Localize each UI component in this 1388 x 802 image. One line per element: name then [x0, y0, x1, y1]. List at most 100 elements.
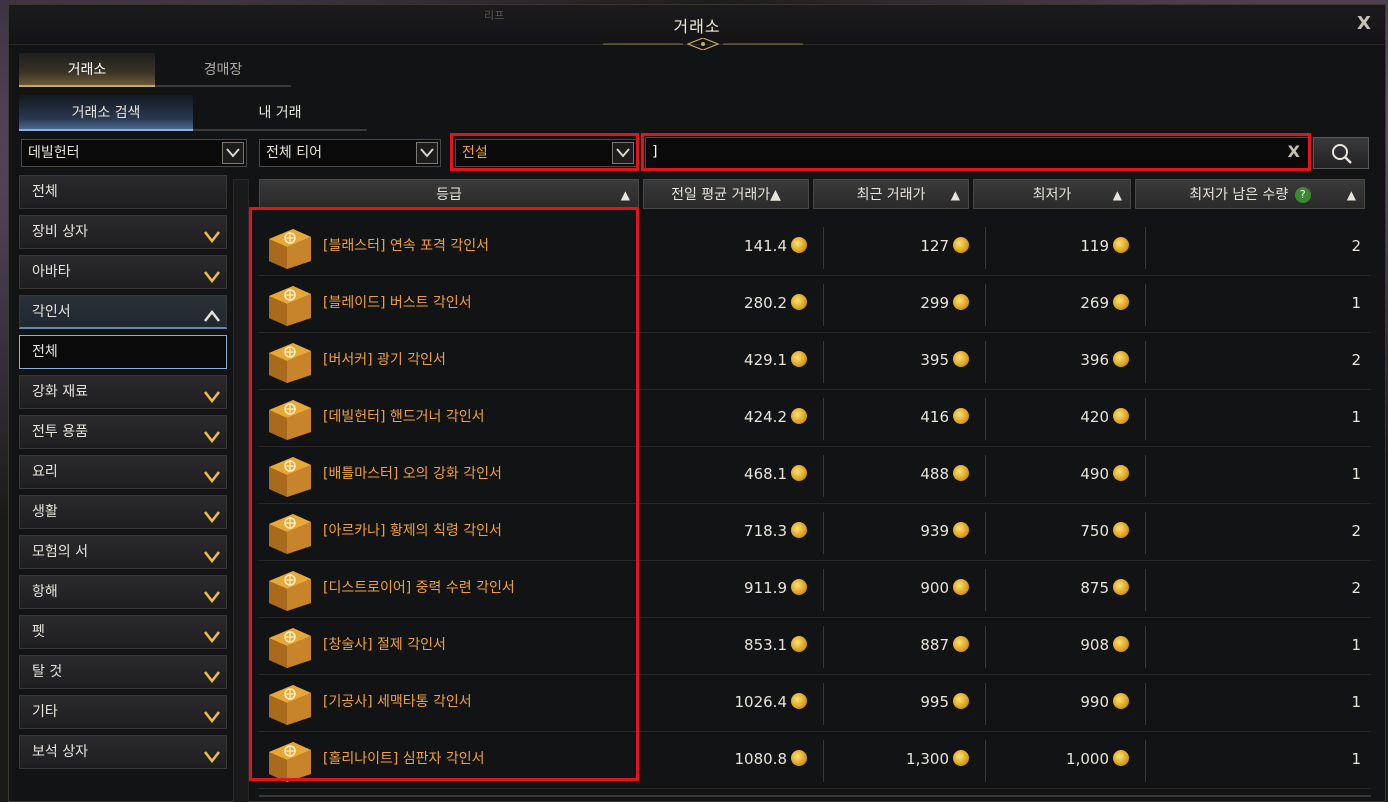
gold-coin-icon [791, 636, 807, 652]
chevron-down-icon [204, 224, 220, 256]
engraving-book-icon [263, 565, 315, 613]
lowest-value: 875 [1080, 579, 1109, 597]
sidebar-item[interactable]: 요리 [19, 455, 227, 489]
header-grade-label: 등급 [436, 187, 462, 203]
lowest-qty: 1 [1351, 465, 1361, 483]
prev-avg-price: 424.2 [744, 408, 807, 426]
column-divider [1145, 569, 1146, 611]
item-name: [배틀마스터] 오의 강화 각인서 [323, 466, 502, 482]
table-row[interactable]: [데빌헌터] 핸드거너 각인서 424.2 416 420 1 [259, 390, 1371, 447]
table-row[interactable]: [배틀마스터] 오의 강화 각인서 468.1 488 490 1 [259, 447, 1371, 504]
lowest-qty: 2 [1351, 522, 1361, 540]
gold-coin-icon [953, 294, 969, 310]
sidebar-item[interactable]: 전체 [19, 175, 227, 209]
prev-avg-value: 1080.8 [734, 750, 788, 768]
table-row[interactable]: [아르카나] 황제의 칙령 각인서 718.3 939 750 2 [259, 504, 1371, 561]
table-row[interactable]: [창술사] 절제 각인서 853.1 887 908 1 [259, 618, 1371, 675]
tab-exchange[interactable]: 거래소 [19, 53, 155, 87]
sort-icon: ▲ [1112, 188, 1122, 202]
tier-select[interactable]: 전체 티어 [259, 139, 441, 167]
column-divider [823, 284, 824, 326]
gold-coin-icon [953, 522, 969, 538]
lowest-price: 750 [1080, 522, 1129, 540]
chevron-down-icon [204, 544, 220, 576]
table-row[interactable]: [버서커] 광기 각인서 429.1 395 396 2 [259, 333, 1371, 390]
sidebar-item[interactable]: 장비 상자 [19, 215, 227, 249]
grade-select[interactable]: 전설 [455, 139, 637, 167]
sidebar-item[interactable]: 항해 [19, 575, 227, 609]
header-lowest-qty[interactable]: 최저가 남은 수량 ? ▲ [1135, 179, 1365, 209]
tab-auction[interactable]: 경매장 [155, 53, 291, 87]
sidebar-item-label: 전체 [32, 184, 58, 200]
gold-coin-icon [1113, 351, 1129, 367]
recent-value: 900 [920, 579, 949, 597]
table-row[interactable]: [디스트로이어] 중력 수련 각인서 911.9 900 875 2 [259, 561, 1371, 618]
tab-my-trades[interactable]: 내 거래 [193, 95, 367, 131]
sidebar-item[interactable]: 아바타 [19, 255, 227, 289]
table-row[interactable]: [블래스터] 연속 포격 각인서 141.4 127 119 2 [259, 219, 1371, 276]
gold-coin-icon [1113, 294, 1129, 310]
prev-avg-value: 853.1 [744, 636, 787, 654]
close-button[interactable]: X [1353, 13, 1375, 35]
sidebar-item-label: 모험의 서 [32, 544, 88, 560]
recent-value: 127 [920, 237, 949, 255]
gold-coin-icon [953, 237, 969, 253]
sidebar-item-label: 생활 [32, 504, 58, 520]
item-name: [디스트로이어] 중력 수련 각인서 [323, 580, 515, 596]
sidebar-item[interactable]: 보석 상자 [19, 735, 227, 769]
prev-avg-price: 429.1 [744, 351, 807, 369]
prev-avg-value: 429.1 [744, 351, 787, 369]
column-divider [823, 683, 824, 725]
search-input[interactable]: ] X [645, 137, 1311, 171]
header-grade[interactable]: 등급 ▲ [259, 179, 639, 209]
class-select[interactable]: 데빌헌터 [21, 139, 247, 167]
recent-price: 900 [920, 579, 969, 597]
header-recent-label: 최근 거래가 [856, 187, 926, 203]
header-recent[interactable]: 최근 거래가 ▲ [813, 179, 969, 209]
table-row[interactable]: [기공사] 세맥타통 각인서 1026.4 995 990 1 [259, 675, 1371, 732]
lowest-qty: 2 [1351, 579, 1361, 597]
tab-exchange-search[interactable]: 거래소 검색 [19, 95, 193, 131]
table-row[interactable]: [홀리나이트] 심판자 각인서 1080.8 1,300 1,000 1 [259, 732, 1371, 789]
sidebar-item[interactable]: 탈 것 [19, 655, 227, 689]
sidebar-item[interactable]: 강화 재료 [19, 375, 227, 409]
lowest-value: 990 [1080, 693, 1109, 711]
chevron-down-icon [204, 464, 220, 496]
sidebar-item[interactable]: 각인서 [19, 295, 227, 329]
header-lowest[interactable]: 최저가 ▲ [973, 179, 1131, 209]
lowest-qty: 2 [1351, 351, 1361, 369]
sidebar-scrollbar[interactable] [233, 179, 249, 802]
sidebar-item[interactable]: 전체 [19, 335, 227, 369]
column-divider [1145, 740, 1146, 782]
table-row[interactable]: [블레이드] 버스트 각인서 280.2 299 269 1 [259, 276, 1371, 333]
lowest-price: 875 [1080, 579, 1129, 597]
title-bar[interactable]: 리프 거래소 X [9, 5, 1385, 50]
prev-avg-price: 1026.4 [735, 693, 807, 711]
sidebar-item[interactable]: 전투 용품 [19, 415, 227, 449]
recent-price: 488 [920, 465, 969, 483]
sidebar-item[interactable]: 펫 [19, 615, 227, 649]
gold-coin-icon [953, 465, 969, 481]
column-divider [823, 626, 824, 668]
gold-coin-icon [953, 636, 969, 652]
header-prev-avg[interactable]: 전일 평균 거래가▲ [643, 179, 809, 209]
clear-search-icon[interactable]: X [1288, 142, 1300, 161]
column-divider [1145, 626, 1146, 668]
help-icon[interactable]: ? [1294, 187, 1311, 203]
sidebar-item[interactable]: 생활 [19, 495, 227, 529]
sidebar-item[interactable]: 기타 [19, 695, 227, 729]
sort-icon: ▲ [770, 187, 781, 203]
recent-value: 1,300 [906, 750, 949, 768]
prev-avg-price: 468.1 [744, 465, 807, 483]
recent-value: 416 [920, 408, 949, 426]
column-divider [1145, 227, 1146, 269]
item-name: [블래스터] 연속 포격 각인서 [323, 238, 489, 254]
recent-price: 395 [920, 351, 969, 369]
search-button[interactable] [1313, 137, 1369, 169]
lowest-value: 119 [1080, 237, 1109, 255]
sidebar-item-label: 기타 [32, 704, 58, 720]
prev-avg-value: 280.2 [744, 294, 787, 312]
sidebar-item[interactable]: 모험의 서 [19, 535, 227, 569]
sidebar-item-label: 펫 [32, 624, 45, 640]
lowest-qty: 2 [1351, 237, 1361, 255]
